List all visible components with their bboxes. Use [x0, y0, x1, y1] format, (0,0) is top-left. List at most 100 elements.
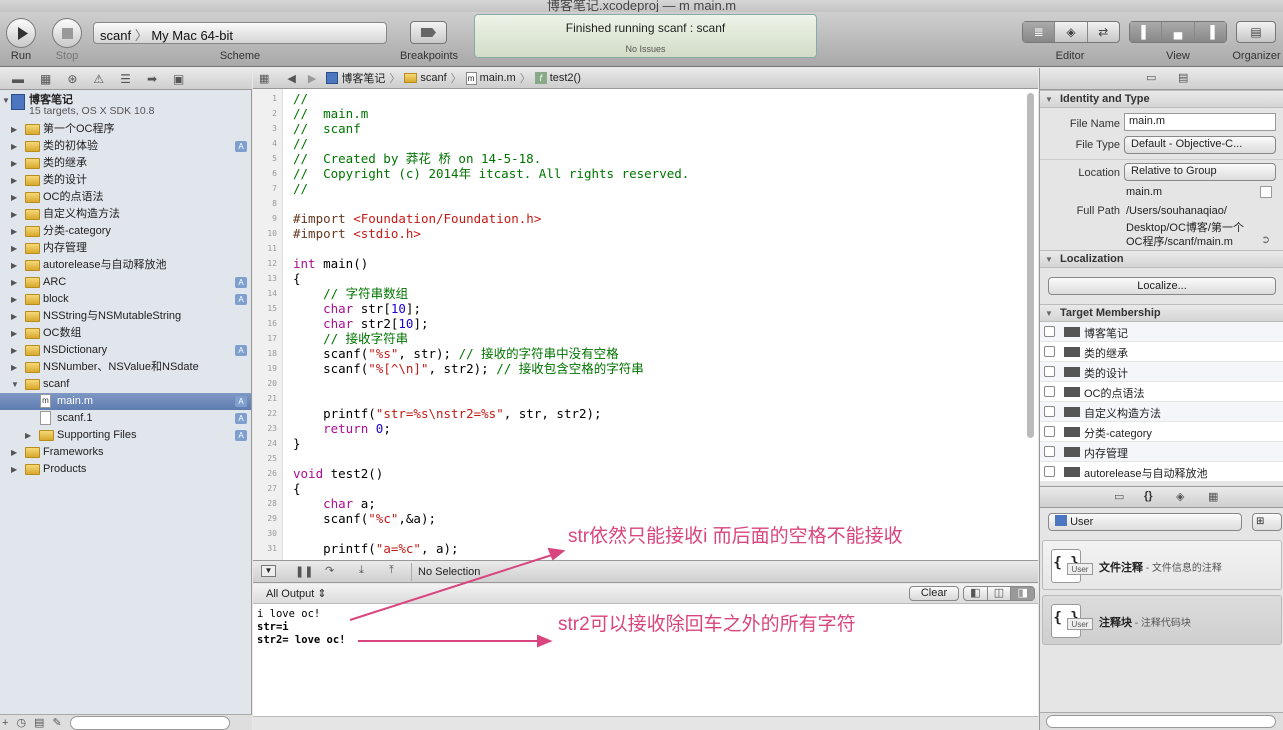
navigator-group[interactable]: ▶ 类的设计 — [0, 172, 251, 189]
utilities-toggle-icon[interactable]: ▐ — [1194, 22, 1226, 42]
version-editor-icon[interactable]: ⇄ — [1088, 22, 1119, 42]
disclosure-closed-icon[interactable]: ▶ — [11, 274, 17, 291]
navigator-group[interactable]: ▶ NSNumber、NSValue和NSdate — [0, 359, 251, 376]
clear-console-button[interactable]: Clear — [909, 586, 959, 601]
step-over-icon[interactable]: ↷ — [325, 564, 334, 577]
navigator-toggle-icon[interactable]: ▌ — [1130, 22, 1163, 42]
run-button[interactable] — [6, 18, 36, 48]
file-inspector-icon[interactable]: ▭ — [1146, 71, 1156, 84]
target-row[interactable]: 内存管理 — [1040, 442, 1283, 462]
target-checkbox[interactable] — [1044, 346, 1055, 357]
target-checkbox[interactable] — [1044, 466, 1055, 477]
navigator-file[interactable]: scanf.1 A — [0, 410, 251, 427]
target-checkbox[interactable] — [1044, 426, 1055, 437]
disclosure-closed-icon[interactable]: ▶ — [11, 138, 17, 155]
navigator-group[interactable]: ▶ NSDictionary A — [0, 342, 251, 359]
disclosure-closed-icon[interactable]: ▶ — [11, 291, 17, 308]
quick-help-icon[interactable]: ▤ — [1178, 71, 1188, 84]
target-row[interactable]: OC的点语法 — [1040, 382, 1283, 402]
snippet-item[interactable]: { } User 文件注释 - 文件信息的注释 — [1042, 540, 1282, 590]
breadcrumb-symbol[interactable]: test2() — [550, 72, 581, 84]
back-arrow-icon[interactable]: ◀ — [287, 72, 295, 85]
target-checkbox[interactable] — [1044, 386, 1055, 397]
target-row[interactable]: 类的继承 — [1040, 342, 1283, 362]
disclosure-closed-icon[interactable]: ▶ — [11, 172, 17, 189]
target-row[interactable]: autorelease与自动释放池 — [1040, 462, 1283, 482]
library-filter-select[interactable]: User — [1048, 513, 1242, 531]
disclosure-closed-icon[interactable]: ▶ — [11, 444, 17, 461]
disclosure-closed-icon[interactable]: ▶ — [11, 223, 17, 240]
file-type-select[interactable]: Default - Objective-C... — [1124, 136, 1276, 154]
warning-icon[interactable]: ⚠ — [93, 72, 104, 86]
breadcrumb-group[interactable]: scanf — [420, 72, 446, 84]
target-row[interactable]: 分类-category — [1040, 422, 1283, 442]
symbol-icon[interactable]: ▦ — [40, 72, 51, 86]
grid-view-icon[interactable]: ⊞ — [1252, 513, 1282, 531]
target-checkbox[interactable] — [1044, 406, 1055, 417]
code-snippet-icon[interactable]: {} — [1144, 490, 1153, 502]
hide-debug-icon[interactable]: ▼ — [261, 565, 276, 577]
output-filter-select[interactable]: All Output ⇕ — [266, 587, 327, 600]
disclosure-closed-icon[interactable]: ▶ — [25, 427, 31, 444]
disclosure-closed-icon[interactable]: ▶ — [11, 189, 17, 206]
scm-icon[interactable]: ▤ — [34, 716, 44, 729]
line-number-gutter[interactable]: 1 2 3 4 5 6 7 8 9 10 11 12 13 14 15 16 17 18 19 20 21 22 23 24 2… — [253, 89, 283, 560]
step-into-icon[interactable]: ⤓ — [359, 564, 364, 577]
breadcrumb-project[interactable]: 博客笔记 — [341, 70, 385, 86]
editor-scrollbar[interactable] — [1027, 93, 1034, 438]
navigator-file[interactable]: ▶ Supporting Files A — [0, 427, 251, 444]
object-library-icon[interactable]: ◈ — [1176, 490, 1184, 503]
navigator-group[interactable]: ▶ Frameworks — [0, 444, 251, 461]
split-view-icon[interactable]: ◫ — [988, 587, 1012, 600]
project-root[interactable]: ▼ 博客笔记 15 targets, OS X SDK 10.8 — [0, 90, 251, 120]
target-membership-header[interactable]: Target Membership — [1040, 304, 1283, 322]
disclosure-closed-icon[interactable]: ▶ — [11, 121, 17, 138]
navigator-group[interactable]: ▶ 分类-category — [0, 223, 251, 240]
disclosure-closed-icon[interactable]: ▶ — [11, 359, 17, 376]
disclosure-closed-icon[interactable]: ▶ — [11, 206, 17, 223]
source-editor[interactable]: 1 2 3 4 5 6 7 8 9 10 11 12 13 14 15 16 17 18 19 20 21 22 23 24 2… — [253, 89, 1038, 560]
disclosure-closed-icon[interactable]: ▶ — [11, 155, 17, 172]
target-checkbox[interactable] — [1044, 326, 1055, 337]
navigator-group[interactable]: ▶ autorelease与自动释放池 — [0, 257, 251, 274]
forward-arrow-icon[interactable]: ▶ — [308, 72, 316, 85]
disclosure-closed-icon[interactable]: ▶ — [11, 308, 17, 325]
file-template-icon[interactable]: ▭ — [1114, 490, 1124, 503]
folder-icon[interactable]: ▬ — [12, 72, 24, 86]
debug-toggle-icon[interactable]: ▄ — [1162, 22, 1195, 42]
disclosure-closed-icon[interactable]: ▶ — [11, 342, 17, 359]
variables-view-icon[interactable]: ◧ — [964, 587, 988, 600]
disclosure-open-icon[interactable]: ▼ — [11, 376, 19, 393]
related-items-icon[interactable]: ▦ — [259, 72, 269, 85]
standard-editor-icon[interactable]: ≣ — [1023, 22, 1056, 42]
step-out-icon[interactable]: ⤒ — [389, 564, 394, 577]
navigator-group[interactable]: ▶ 类的继承 — [0, 155, 251, 172]
edit-icon[interactable]: ✎ — [52, 716, 61, 729]
pause-icon[interactable]: ❚❚ — [295, 565, 313, 578]
location-select[interactable]: Relative to Group — [1124, 163, 1276, 181]
navigator-group[interactable]: ▶ Products — [0, 461, 251, 478]
reveal-in-finder-icon[interactable]: ➲ — [1261, 233, 1270, 246]
navigator-group[interactable]: ▶ OC的点语法 — [0, 189, 251, 206]
clock-icon[interactable]: ◷ — [16, 716, 26, 729]
disclosure-closed-icon[interactable]: ▶ — [11, 257, 17, 274]
target-row[interactable]: 自定义构造方法 — [1040, 402, 1283, 422]
target-row[interactable]: 博客笔记 — [1040, 322, 1283, 342]
breadcrumb-file[interactable]: main.m — [480, 72, 516, 84]
add-icon[interactable]: + — [2, 717, 8, 729]
navigator-file[interactable]: m main.m A — [0, 393, 251, 410]
localization-section-header[interactable]: Localization — [1040, 250, 1283, 268]
media-library-icon[interactable]: ▦ — [1208, 490, 1218, 503]
editor-mode-control[interactable]: ≣ ◈ ⇄ — [1022, 21, 1120, 43]
navigator-group[interactable]: ▶ NSString与NSMutableString — [0, 308, 251, 325]
log-icon[interactable]: ▣ — [173, 72, 184, 86]
identity-section-header[interactable]: Identity and Type — [1040, 90, 1283, 108]
search-icon[interactable]: ⊛ — [67, 72, 77, 86]
breakpoint-nav-icon[interactable]: ➡ — [147, 72, 157, 86]
file-name-field[interactable]: main.m — [1124, 113, 1276, 131]
navigator-group[interactable]: ▶ ARC A — [0, 274, 251, 291]
target-checkbox[interactable] — [1044, 446, 1055, 457]
navigator-group[interactable]: ▶ OC数组 — [0, 325, 251, 342]
navigator-group[interactable]: ▶ block A — [0, 291, 251, 308]
navigator-group[interactable]: ▶ 自定义构造方法 — [0, 206, 251, 223]
